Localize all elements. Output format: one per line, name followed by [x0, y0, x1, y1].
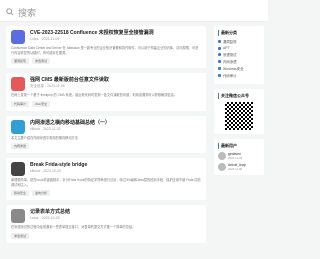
category-item[interactable]: Windows安全	[218, 66, 260, 71]
avatar	[218, 152, 226, 160]
category-item[interactable]: 代码审计	[218, 73, 260, 78]
post-excerpt: 原理很简单，是在hook关键函数中，针对Frida Hook的特征字符串进行过滤…	[11, 178, 201, 187]
post-card[interactable]: CVE-2023-22518 Confluence 未授权恢复至全接管漏洞 Lo…	[6, 26, 206, 68]
post-meta: Lotus · 2023-11-09	[30, 37, 60, 41]
post-meta: Lotus · 2023-10-25	[30, 216, 60, 220]
category-icon	[218, 53, 221, 56]
user-date: 2023-11-08	[228, 167, 243, 171]
post-tag[interactable]: 漏洞复现	[11, 58, 30, 64]
post-thumbnail[interactable]	[11, 119, 25, 134]
categories-widget: 最新分类 漏洞复现 APT 渗透测试 内网渗透 Windows安全 代码审计	[214, 26, 264, 84]
categories-title: 最新分类	[218, 30, 260, 36]
post-title[interactable]: CVE-2023-22518 Confluence 未授权恢复至全接管漏洞	[30, 30, 154, 36]
post-excerpt: 本文主要介绍在内网渗透中常用的横向移动方法	[11, 135, 78, 140]
category-item[interactable]: 渗透测试	[218, 52, 260, 57]
page: 搜索 CVE-2023-22518 Confluence 未授权恢复至全接管漏洞…	[0, 0, 268, 259]
post-tag[interactable]: 渗透测试	[11, 232, 30, 239]
sidebar: 最新分类 漏洞复现 APT 渗透测试 内网渗透 Windows安全 代码审计 关…	[214, 26, 264, 180]
avatar	[218, 163, 226, 171]
post-excerpt: Confluence Data Center and Server 在 Atla…	[11, 46, 199, 55]
post-title[interactable]: 内网渗透之横向移动基础总结（一）	[30, 120, 110, 126]
qr-title: 关注微信公众号	[218, 93, 260, 99]
post-tag[interactable]: 代码审计	[11, 100, 30, 107]
post-thumbnail[interactable]	[11, 209, 25, 223]
post-thumbnail[interactable]	[11, 162, 25, 176]
post-thumbnail[interactable]	[11, 77, 25, 91]
category-icon	[218, 46, 221, 50]
post-list: CVE-2023-22518 Confluence 未授权恢复至全接管漏洞 Lo…	[6, 26, 206, 248]
category-icon	[218, 60, 221, 63]
users-widget: 最新用户 gedaven 2023-11-09 Article_leap 202…	[214, 139, 264, 175]
top-bar: 搜索	[0, 0, 268, 22]
post-tag[interactable]: 逆向分析	[32, 190, 51, 196]
search-box[interactable]: 搜索	[6, 6, 36, 19]
post-tag[interactable]: 移动安全	[11, 190, 30, 196]
search-icon	[6, 7, 14, 18]
users-title: 最新用户	[218, 143, 260, 149]
post-tag[interactable]: 渗透测试	[32, 58, 51, 64]
post-title[interactable]: 记录表单方式总结	[30, 209, 70, 215]
wechat-qr-widget: 关注微信公众号	[214, 89, 264, 134]
category-icon	[218, 74, 221, 77]
post-meta: 安全信息 · 2023-11-06	[30, 84, 65, 88]
post-card[interactable]: 强网 CMS 最新版前台任意文件读取 安全信息 · 2023-11-06 在网上…	[6, 73, 206, 111]
category-item[interactable]: 漏洞复现	[218, 39, 260, 44]
user-date: 2023-11-09	[228, 156, 243, 160]
post-excerpt: 在网上发现一个基于 thinkphp 的 CMS 系统，最近看代码时发现一处文件…	[11, 93, 178, 97]
post-card[interactable]: Break Frida-style bridge xBurst · 2023-1…	[6, 158, 206, 200]
post-thumbnail[interactable]	[11, 30, 25, 44]
user-item[interactable]: Article_leap 2023-11-08	[218, 163, 260, 171]
category-icon	[218, 67, 221, 70]
qr-code-icon	[225, 102, 253, 130]
post-card[interactable]: 内网渗透之横向移动基础总结（一） xBurst · 2023-11-02 本文主…	[6, 115, 206, 153]
category-item[interactable]: APT	[218, 46, 260, 50]
category-icon	[218, 40, 221, 43]
post-title[interactable]: 强网 CMS 最新版前台任意文件读取	[30, 77, 109, 83]
post-meta: xBurst · 2023-10-29	[30, 169, 61, 173]
post-excerpt: 在渗透测试的过程中经常遇到一些表单提交接口，对表单的提交方式做一个简单的总结。	[11, 225, 136, 229]
category-item[interactable]: 内网渗透	[218, 59, 260, 64]
post-tag[interactable]: 内网渗透	[11, 143, 30, 149]
user-item[interactable]: gedaven 2023-11-09	[218, 152, 260, 160]
post-card[interactable]: 记录表单方式总结 Lotus · 2023-10-25 在渗透测试的过程中经常遇…	[6, 205, 206, 243]
post-title[interactable]: Break Frida-style bridge	[30, 162, 87, 168]
post-tag[interactable]: Web安全	[32, 100, 51, 107]
search-label: 搜索	[18, 8, 37, 18]
post-meta: xBurst · 2023-11-02	[30, 126, 61, 131]
